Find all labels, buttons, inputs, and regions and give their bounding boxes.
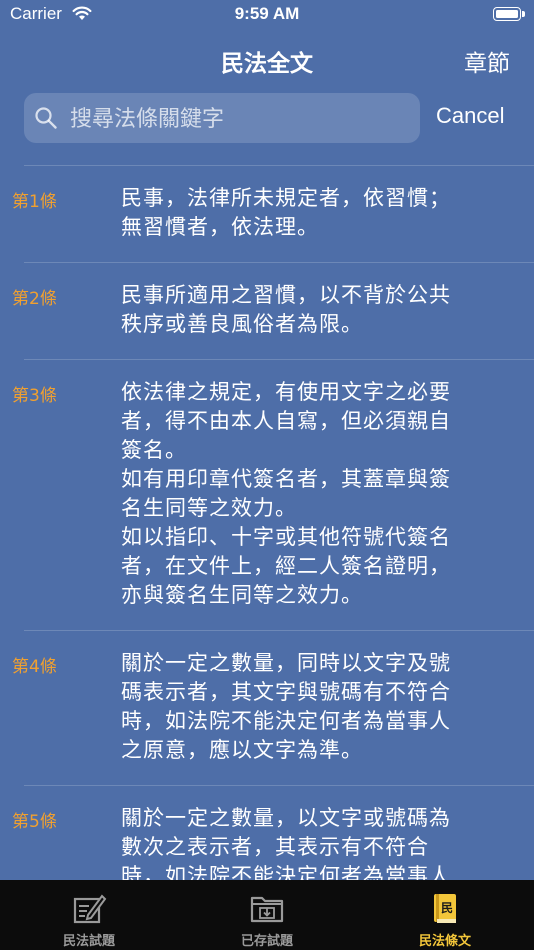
tab-bar: 民法試題 已存試題 民 民法條文 — [0, 880, 534, 950]
tab-law-questions[interactable]: 民法試題 — [0, 880, 178, 950]
clock: 9:59 AM — [234, 4, 300, 23]
article-row[interactable]: 第2條 民事所適用之習慣，以不背於公共 秩序或善良風俗者為限。 — [12, 262, 534, 359]
law-book-icon-glyph: 民 — [441, 901, 453, 915]
tab-label: 已存試題 — [240, 934, 293, 949]
article-text: 關於一定之數量，以文字或號碼為 數次之表示者，其表示有不符合 時，如法院不能決定… — [121, 806, 451, 880]
edit-note-icon — [73, 894, 107, 924]
article-row[interactable]: 第5條 關於一定之數量，以文字或號碼為 數次之表示者，其表示有不符合 時，如法院不… — [12, 785, 534, 880]
article-row[interactable]: 第4條 關於一定之數量，同時以文字及號 碼表示者，其文字與號碼有不符合 時，如法院… — [12, 630, 534, 785]
article-row[interactable]: 第1條 民事，法律所未規定者，依習慣； 無習慣者，依法理。 — [12, 165, 534, 262]
status-bar: Carrier 9:59 AM — [0, 0, 534, 30]
chapter-button[interactable]: 章節 — [464, 44, 510, 78]
search-field[interactable] — [24, 93, 420, 145]
tab-saved-questions[interactable]: 已存試題 — [178, 880, 356, 950]
article-number: 第3條 — [12, 386, 57, 406]
article-row[interactable]: 第3條 依法律之規定，有使用文字之必要 者，得不由本人自寫，但必須親自 簽名。 如… — [12, 359, 534, 630]
article-number: 第5條 — [12, 812, 57, 832]
battery-cap — [522, 11, 525, 17]
tab-label: 民法試題 — [62, 934, 115, 949]
search-input[interactable] — [68, 93, 412, 145]
cancel-button[interactable]: Cancel — [436, 103, 504, 129]
article-text: 民事，法律所未規定者，依習慣； 無習慣者，依法理。 — [121, 186, 451, 239]
tab-label: 民法條文 — [418, 934, 471, 949]
article-number: 第4條 — [12, 657, 57, 677]
law-book-icon: 民 — [434, 894, 456, 923]
article-number: 第2條 — [12, 289, 57, 309]
search-icon — [35, 107, 57, 129]
article-number: 第1條 — [12, 192, 57, 212]
article-text: 關於一定之數量，同時以文字及號 碼表示者，其文字與號碼有不符合 時，如法院不能決… — [121, 651, 451, 762]
page-title: 民法全文 — [221, 51, 313, 77]
battery-icon — [493, 7, 521, 21]
article-text: 民事所適用之習慣，以不背於公共 秩序或善良風俗者為限。 — [121, 283, 451, 336]
article-list[interactable]: 第1條 民事，法律所未規定者，依習慣； 無習慣者，依法理。第2條 民事所適用之習慣，… — [0, 165, 534, 880]
saved-folder-icon — [250, 896, 284, 923]
article-text: 依法律之規定，有使用文字之必要 者，得不由本人自寫，但必須親自 簽名。 如有用印… — [121, 380, 451, 607]
tab-civil-law-articles[interactable]: 民 民法條文 — [356, 880, 534, 950]
